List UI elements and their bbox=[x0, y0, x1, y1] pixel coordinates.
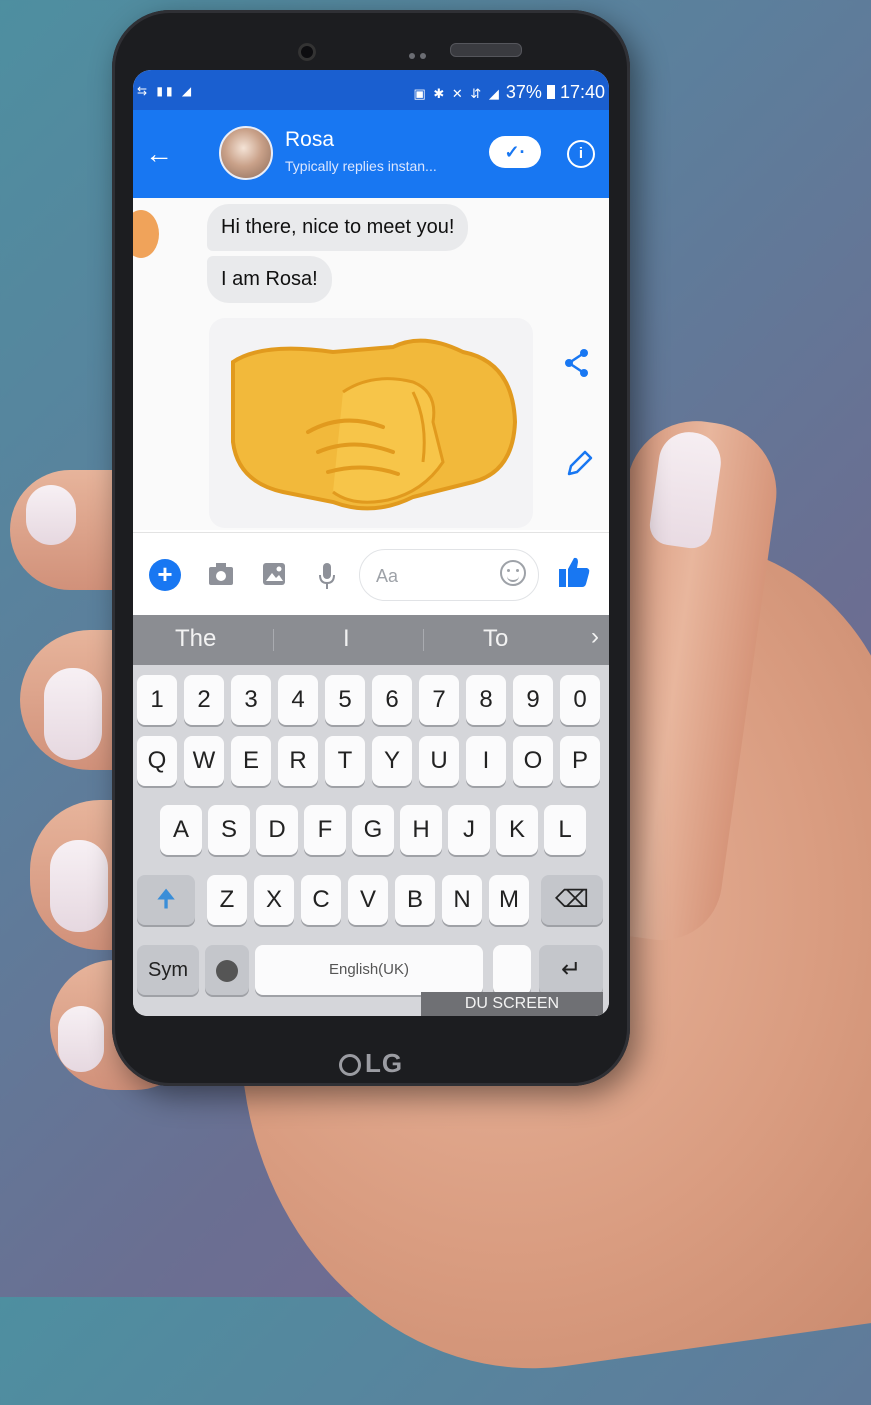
key-8[interactable]: 8 bbox=[466, 675, 506, 725]
space-bar[interactable]: English(UK) bbox=[255, 945, 483, 995]
message-bubble[interactable]: Hi there, nice to meet you! bbox=[207, 204, 469, 251]
lg-logo-icon bbox=[338, 1054, 361, 1076]
key-w[interactable]: W bbox=[184, 736, 224, 786]
fingernail-2 bbox=[44, 668, 102, 760]
status-left-icons: ⇆ ▮▮ ◢ bbox=[137, 84, 195, 98]
avatar[interactable] bbox=[219, 126, 273, 180]
key-b[interactable]: B bbox=[395, 875, 435, 925]
key-m[interactable]: M bbox=[489, 875, 529, 925]
status-right: ▣ ✱ ✕ ⇵ ◢ 37% 17:40 bbox=[413, 82, 605, 103]
key-n[interactable]: N bbox=[442, 875, 482, 925]
add-icon[interactable]: + bbox=[149, 559, 181, 591]
key-a[interactable]: A bbox=[160, 805, 202, 855]
suggestion-word[interactable]: I bbox=[343, 625, 350, 653]
message-composer: + bbox=[133, 532, 609, 615]
key-1[interactable]: 1 bbox=[137, 675, 177, 725]
smiley-icon bbox=[216, 959, 238, 982]
front-camera bbox=[298, 43, 316, 61]
earpiece-speaker bbox=[450, 43, 522, 57]
key-o[interactable]: O bbox=[513, 736, 553, 786]
key-6[interactable]: 6 bbox=[372, 675, 412, 725]
sensor-dots bbox=[409, 46, 435, 59]
checkmark-button[interactable]: ✓· bbox=[489, 136, 541, 168]
enter-icon[interactable]: ↵ bbox=[539, 945, 603, 995]
suggestion-word[interactable]: The bbox=[175, 625, 216, 653]
key-x[interactable]: X bbox=[254, 875, 294, 925]
contact-name[interactable]: Rosa bbox=[285, 128, 334, 152]
key-y[interactable]: Y bbox=[372, 736, 412, 786]
shift-icon[interactable]: 🠉 bbox=[137, 875, 195, 925]
key-t[interactable]: T bbox=[325, 736, 365, 786]
thumbs-up-icon[interactable] bbox=[557, 555, 591, 589]
message-bubble[interactable]: I am Rosa! bbox=[207, 256, 332, 303]
status-icons: ▣ ✱ ✕ ⇵ ◢ bbox=[413, 86, 501, 101]
battery-percent: 37% bbox=[505, 82, 542, 102]
key-q[interactable]: Q bbox=[137, 736, 177, 786]
key-9[interactable]: 9 bbox=[513, 675, 553, 725]
phone-brand-text: LG bbox=[364, 1048, 404, 1078]
status-bar: ⇆ ▮▮ ◢ ▣ ✱ ✕ ⇵ ◢ 37% 17:40 bbox=[133, 70, 609, 110]
handshake-icon bbox=[231, 338, 518, 511]
emoji-key-icon[interactable] bbox=[205, 945, 249, 995]
emoji-icon[interactable] bbox=[500, 560, 526, 586]
key-f[interactable]: F bbox=[304, 805, 346, 855]
message-text-field[interactable] bbox=[374, 562, 498, 590]
keyboard-suggestions: The I To › bbox=[133, 615, 609, 665]
key-i[interactable]: I bbox=[466, 736, 506, 786]
fingernail-4 bbox=[58, 1006, 104, 1072]
fingernail-1 bbox=[26, 485, 76, 545]
phone-brand-logo: LG bbox=[112, 1048, 630, 1079]
chat-header: ← Rosa Typically replies instan... ✓· i bbox=[133, 110, 609, 198]
key-0[interactable]: 0 bbox=[560, 675, 600, 725]
key-d[interactable]: D bbox=[256, 805, 298, 855]
pencil-icon[interactable] bbox=[565, 448, 595, 478]
key-h[interactable]: H bbox=[400, 805, 442, 855]
arrow-left-icon[interactable]: ← bbox=[145, 140, 173, 168]
battery-icon bbox=[546, 85, 555, 99]
key-7[interactable]: 7 bbox=[419, 675, 459, 725]
suggestion-divider bbox=[273, 629, 274, 651]
key-k[interactable]: K bbox=[496, 805, 538, 855]
sender-avatar bbox=[133, 210, 159, 258]
key-v[interactable]: V bbox=[348, 875, 388, 925]
share-icon[interactable] bbox=[563, 348, 591, 378]
phone-screen: ⇆ ▮▮ ◢ ▣ ✱ ✕ ⇵ ◢ 37% 17:40 ← Rosa Typica… bbox=[133, 70, 609, 1016]
keyboard: 1 2 3 4 5 6 7 8 9 0 Q W E R T Y U I O P … bbox=[133, 665, 609, 1016]
fingernail-3 bbox=[50, 840, 108, 932]
suggestion-divider bbox=[423, 629, 424, 651]
key-5[interactable]: 5 bbox=[325, 675, 365, 725]
key-c[interactable]: C bbox=[301, 875, 341, 925]
key-4[interactable]: 4 bbox=[278, 675, 318, 725]
key-g[interactable]: G bbox=[352, 805, 394, 855]
key-2[interactable]: 2 bbox=[184, 675, 224, 725]
sticker-message[interactable] bbox=[209, 318, 533, 528]
camera-icon[interactable] bbox=[207, 561, 235, 587]
screen-recorder-watermark: DU SCREEN RECORDER bbox=[421, 992, 603, 1016]
key-u[interactable]: U bbox=[419, 736, 459, 786]
chevron-right-icon[interactable]: › bbox=[591, 623, 599, 651]
key-3[interactable]: 3 bbox=[231, 675, 271, 725]
gallery-icon[interactable] bbox=[261, 561, 287, 587]
key-e[interactable]: E bbox=[231, 736, 271, 786]
key-z[interactable]: Z bbox=[207, 875, 247, 925]
key-j[interactable]: J bbox=[448, 805, 490, 855]
message-input[interactable] bbox=[359, 549, 539, 601]
period-key[interactable] bbox=[493, 945, 531, 995]
key-p[interactable]: P bbox=[560, 736, 600, 786]
microphone-icon[interactable] bbox=[317, 561, 337, 591]
backspace-icon[interactable]: ⌫ bbox=[541, 875, 603, 925]
suggestion-word[interactable]: To bbox=[483, 625, 508, 653]
sym-key[interactable]: Sym bbox=[137, 945, 199, 995]
message-list: Hi there, nice to meet you! I am Rosa! bbox=[133, 198, 609, 530]
key-r[interactable]: R bbox=[278, 736, 318, 786]
clock: 17:40 bbox=[559, 82, 605, 102]
key-s[interactable]: S bbox=[208, 805, 250, 855]
info-icon[interactable]: i bbox=[567, 140, 595, 168]
contact-status: Typically replies instan... bbox=[285, 158, 437, 174]
key-l[interactable]: L bbox=[544, 805, 586, 855]
